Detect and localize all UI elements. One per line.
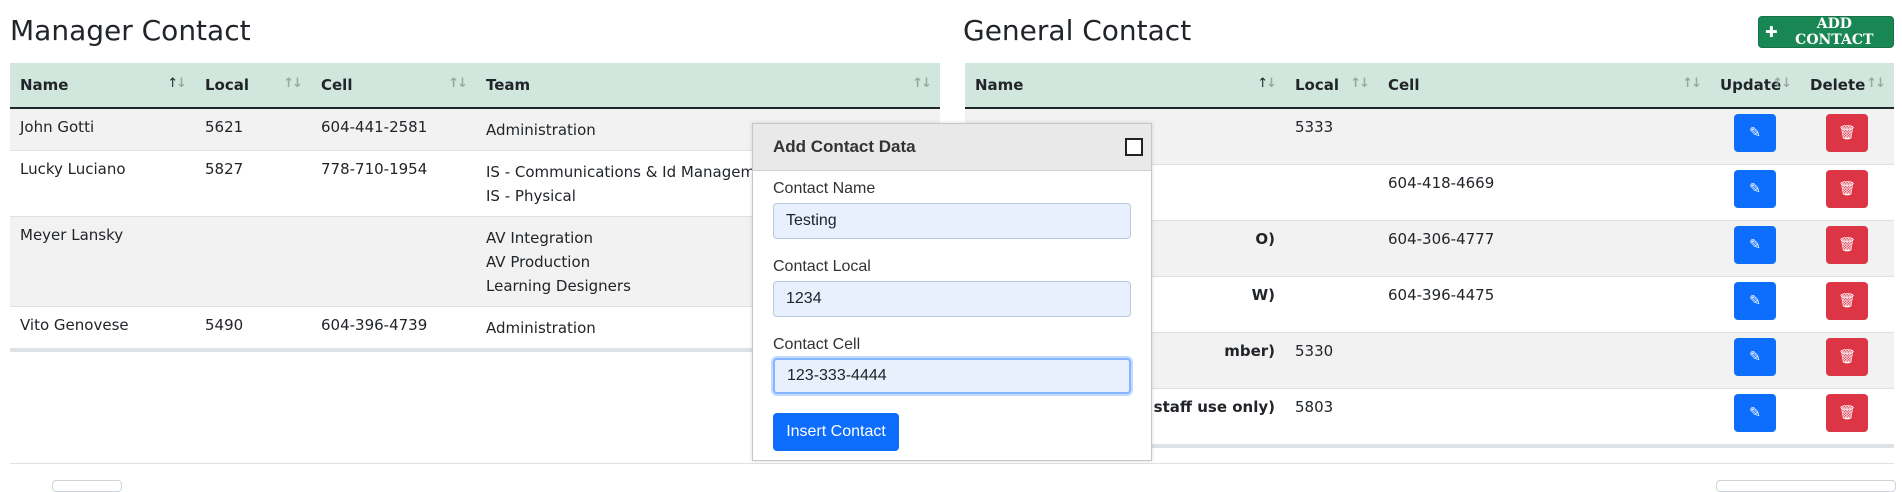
general-cell: [1378, 332, 1710, 389]
pagination-control[interactable]: [1716, 480, 1896, 492]
general-col-delete[interactable]: Delete ↑↓: [1800, 63, 1894, 109]
checkbox-close-icon[interactable]: [1125, 138, 1143, 156]
trash-icon[interactable]: 🗑: [1826, 226, 1868, 264]
delete-cell: 🗑: [1800, 332, 1894, 389]
general-cell: 604-418-4669: [1378, 164, 1710, 221]
trash-icon[interactable]: 🗑: [1826, 114, 1868, 152]
add-contact-label: ADD CONTACT: [1795, 16, 1874, 48]
manager-local: 5827: [195, 150, 311, 217]
trash-icon[interactable]: 🗑: [1826, 282, 1868, 320]
general-local: 5803: [1285, 388, 1378, 445]
manager-name: Meyer Lansky: [10, 216, 195, 307]
delete-cell: 🗑: [1800, 220, 1894, 277]
contact-local-label: Contact Local: [773, 258, 871, 275]
manager-cell: 778-710-1954: [311, 150, 476, 217]
update-cell: ✎: [1710, 164, 1800, 221]
manager-local: 5621: [195, 108, 311, 151]
update-cell: ✎: [1710, 276, 1800, 333]
sort-arrows-icon[interactable]: ↑↓: [1350, 76, 1370, 91]
manager-name: Lucky Luciano: [10, 150, 195, 217]
delete-cell: 🗑: [1800, 388, 1894, 445]
general-contact-title: General Contact: [963, 14, 1192, 47]
general-local: [1285, 220, 1378, 277]
edit-icon[interactable]: ✎: [1734, 282, 1776, 320]
sort-arrows-icon[interactable]: ↑↓: [167, 76, 187, 91]
modal-header: Add Contact Data: [753, 124, 1151, 171]
manager-local: [195, 216, 311, 307]
footer-divider: [10, 463, 1894, 464]
edit-icon[interactable]: ✎: [1734, 338, 1776, 376]
manager-cell: 604-441-2581: [311, 108, 476, 151]
trash-icon[interactable]: 🗑: [1826, 394, 1868, 432]
general-cell: [1378, 108, 1710, 165]
general-cell: [1378, 388, 1710, 445]
manager-name: Vito Genovese: [10, 306, 195, 349]
manager-cell: 604-396-4739: [311, 306, 476, 349]
general-local: 5330: [1285, 332, 1378, 389]
contact-cell-label: Contact Cell: [773, 336, 861, 353]
manager-contact-title: Manager Contact: [10, 14, 251, 47]
sort-arrows-icon[interactable]: ↑↓: [1257, 76, 1277, 91]
edit-icon[interactable]: ✎: [1734, 170, 1776, 208]
contact-name-input[interactable]: [773, 203, 1131, 239]
general-local: [1285, 164, 1378, 221]
delete-cell: 🗑: [1800, 164, 1894, 221]
manager-local: 5490: [195, 306, 311, 349]
manager-col-name[interactable]: Name ↑↓: [10, 63, 195, 109]
contact-local-input[interactable]: [773, 281, 1131, 317]
general-col-update[interactable]: Update ↑↓: [1710, 63, 1800, 109]
plus-icon: ✚: [1765, 23, 1778, 41]
trash-icon[interactable]: 🗑: [1826, 338, 1868, 376]
update-cell: ✎: [1710, 332, 1800, 389]
sort-arrows-icon[interactable]: ↑↓: [1772, 76, 1792, 91]
general-col-local[interactable]: Local ↑↓: [1285, 63, 1378, 109]
add-contact-modal: Add Contact Data Contact Name Contact Lo…: [752, 123, 1152, 461]
general-col-name[interactable]: Name ↑↓: [965, 63, 1285, 109]
insert-contact-button[interactable]: Insert Contact: [773, 413, 899, 451]
update-cell: ✎: [1710, 108, 1800, 165]
sort-arrows-icon[interactable]: ↑↓: [283, 76, 303, 91]
manager-col-team[interactable]: Team ↑↓: [476, 63, 940, 109]
add-contact-button[interactable]: ✚ ADD CONTACT: [1758, 16, 1894, 48]
general-cell: 604-306-4777: [1378, 220, 1710, 277]
sort-arrows-icon[interactable]: ↑↓: [1682, 76, 1702, 91]
general-cell: 604-396-4475: [1378, 276, 1710, 333]
delete-cell: 🗑: [1800, 276, 1894, 333]
contact-cell-input[interactable]: [773, 358, 1131, 394]
manager-cell: [311, 216, 476, 307]
manager-col-local[interactable]: Local ↑↓: [195, 63, 311, 109]
general-local: 5333: [1285, 108, 1378, 165]
trash-icon[interactable]: 🗑: [1826, 170, 1868, 208]
contact-name-label: Contact Name: [773, 180, 876, 197]
general-col-cell[interactable]: Cell ↑↓: [1378, 63, 1710, 109]
modal-title: Add Contact Data: [773, 137, 916, 156]
sort-arrows-icon[interactable]: ↑↓: [1866, 76, 1886, 91]
page-size-select[interactable]: [52, 480, 122, 492]
manager-col-cell[interactable]: Cell ↑↓: [311, 63, 476, 109]
manager-name: John Gotti: [10, 108, 195, 151]
edit-icon[interactable]: ✎: [1734, 394, 1776, 432]
edit-icon[interactable]: ✎: [1734, 226, 1776, 264]
update-cell: ✎: [1710, 220, 1800, 277]
delete-cell: 🗑: [1800, 108, 1894, 165]
sort-arrows-icon[interactable]: ↑↓: [448, 76, 468, 91]
update-cell: ✎: [1710, 388, 1800, 445]
edit-icon[interactable]: ✎: [1734, 114, 1776, 152]
general-local: [1285, 276, 1378, 333]
sort-arrows-icon[interactable]: ↑↓: [912, 76, 932, 91]
